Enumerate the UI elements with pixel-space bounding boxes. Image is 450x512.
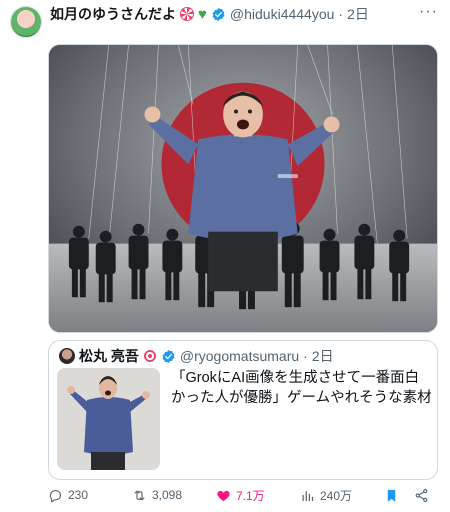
post-timestamp[interactable]: 2日 bbox=[347, 4, 369, 24]
analytics-icon bbox=[302, 490, 314, 501]
bookmark-button[interactable] bbox=[384, 486, 399, 504]
green-heart-emoji-icon: ♥ bbox=[198, 5, 207, 23]
separator-dot: · bbox=[338, 6, 344, 22]
repost-button[interactable]: 3,098 bbox=[132, 486, 182, 504]
bookmark-filled-icon bbox=[387, 489, 396, 502]
quoted-post-timestamp[interactable]: 2日 bbox=[312, 346, 334, 366]
reply-count: 230 bbox=[68, 488, 89, 502]
like-button[interactable]: 7.1万 bbox=[216, 486, 265, 504]
quoted-author-handle[interactable]: @ryogomatsumaru bbox=[180, 348, 299, 364]
verified-badge-icon[interactable] bbox=[211, 7, 226, 22]
author-handle[interactable]: @hiduki4444you bbox=[230, 6, 335, 22]
heart-filled-icon bbox=[217, 490, 230, 501]
quoted-post-image[interactable] bbox=[57, 368, 160, 470]
share-button[interactable] bbox=[414, 486, 429, 504]
views-button[interactable]: 240万 bbox=[300, 486, 352, 504]
author-display-name[interactable]: 如月のゆうさんだよ bbox=[50, 4, 176, 24]
post-header: 如月のゆうさんだよ ♥ @hiduki4444you · 2日 bbox=[50, 5, 369, 23]
repost-count: 3,098 bbox=[152, 488, 183, 502]
person-photo-thumbnail bbox=[57, 368, 160, 470]
quoted-author-display-name[interactable]: 松丸 亮吾 bbox=[79, 346, 139, 366]
separator-dot: · bbox=[303, 348, 308, 364]
share-icon bbox=[415, 488, 428, 502]
quoted-post[interactable]: 松丸 亮吾 @ryogomatsumaru · 2日 「GrokにAI画像を生成… bbox=[48, 340, 438, 480]
swirl-emoji-icon bbox=[142, 349, 157, 363]
post-image[interactable] bbox=[48, 44, 438, 333]
author-avatar[interactable] bbox=[10, 6, 42, 38]
reply-icon bbox=[49, 489, 62, 503]
post-card[interactable]: 如月のゆうさんだよ ♥ @hiduki4444you · 2日 ··· 松丸 亮… bbox=[0, 0, 450, 512]
puppet-master-illustration bbox=[49, 45, 437, 332]
like-count: 7.1万 bbox=[236, 488, 265, 503]
quoted-post-text: 「GrokにAI画像を生成させて一番面白かった人が優勝」ゲームやれそうな素材 bbox=[171, 370, 432, 406]
verified-badge-icon[interactable] bbox=[161, 349, 176, 364]
action-bar: 230 3,098 7.1万 240万 bbox=[48, 486, 438, 504]
lollipop-emoji-icon bbox=[180, 7, 194, 21]
view-count: 240万 bbox=[320, 488, 353, 503]
reply-button[interactable]: 230 bbox=[48, 486, 88, 504]
repost-icon bbox=[134, 490, 145, 500]
more-horizontal-icon[interactable]: ··· bbox=[419, 3, 438, 21]
quoted-post-header: 松丸 亮吾 @ryogomatsumaru · 2日 bbox=[59, 347, 334, 365]
quoted-author-avatar[interactable] bbox=[59, 348, 75, 364]
